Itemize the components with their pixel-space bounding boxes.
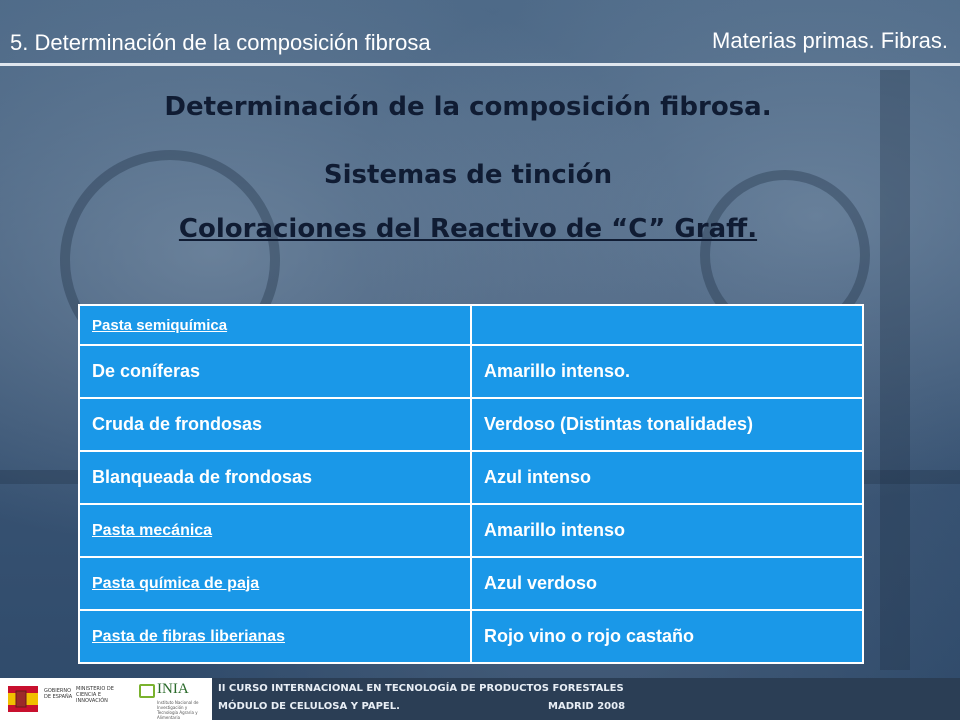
table-cell-color [470,304,864,346]
table-cell-pulp: Pasta mecánica [78,503,472,558]
table-cell-color: Amarillo intenso [470,503,864,558]
table-cell-color: Rojo vino o rojo castaño [470,609,864,664]
section-header: 5. Determinación de la composición fibro… [10,30,431,55]
table-cell-color: Verdoso (Distintas tonalidades) [470,397,864,452]
page-title: Determinación de la composición fibrosa. [164,92,772,122]
table-cell-pulp: Blanqueada de frondosas [78,450,472,505]
page-subtitle: Sistemas de tinción [323,160,613,190]
table-cell-pulp: Pasta semiquímica [78,304,472,346]
table-cell-pulp: Pasta química de paja [78,556,472,611]
inia-leaf-icon [139,684,155,698]
table-cell-pulp: Pasta de fibras liberianas [78,609,472,664]
topic-header: Materias primas. Fibras. [712,28,948,53]
table-row: Cruda de frondosas Verdoso (Distintas to… [78,397,864,452]
coloration-table: Pasta semiquímica De coníferas Amarillo … [78,304,864,664]
footer-module: MÓDULO DE CELULOSA Y PAPEL. [218,701,400,712]
header-divider [0,63,960,66]
table-row: Pasta química de paja Azul verdoso [78,556,864,611]
table-row: Pasta de fibras liberianas Rojo vino o r… [78,609,864,664]
ministry-logo-text: MINISTERIO DE CIENCIA E INNOVACIÓN [76,686,114,704]
inia-logo-text: INIA [157,681,189,697]
page-subtitle-reagent: Coloraciones del Reactivo de “C” Graff. [178,214,758,244]
table-cell-color: Azul intenso [470,450,864,505]
table-cell-pulp: Cruda de frondosas [78,397,472,452]
spain-coat-of-arms-icon [8,686,38,712]
inia-logo: INIA Instituto Nacional de Investigación… [135,678,210,720]
table-cell-color: Amarillo intenso. [470,344,864,399]
spain-logo-text: GOBIERNO DE ESPAÑA [44,688,73,700]
table-row: Pasta semiquímica [78,304,864,346]
table-cell-pulp: De coníferas [78,344,472,399]
table-row: Pasta mecánica Amarillo intenso [78,503,864,558]
table-row: De coníferas Amarillo intenso. [78,344,864,399]
footer-location-year: MADRID 2008 [548,701,626,712]
footer-course-title: II CURSO INTERNACIONAL EN TECNOLOGÍA DE … [218,683,624,694]
inia-subtext: Instituto Nacional de Investigación y Te… [157,700,199,720]
table-row: Blanqueada de frondosas Azul intenso [78,450,864,505]
table-cell-color: Azul verdoso [470,556,864,611]
